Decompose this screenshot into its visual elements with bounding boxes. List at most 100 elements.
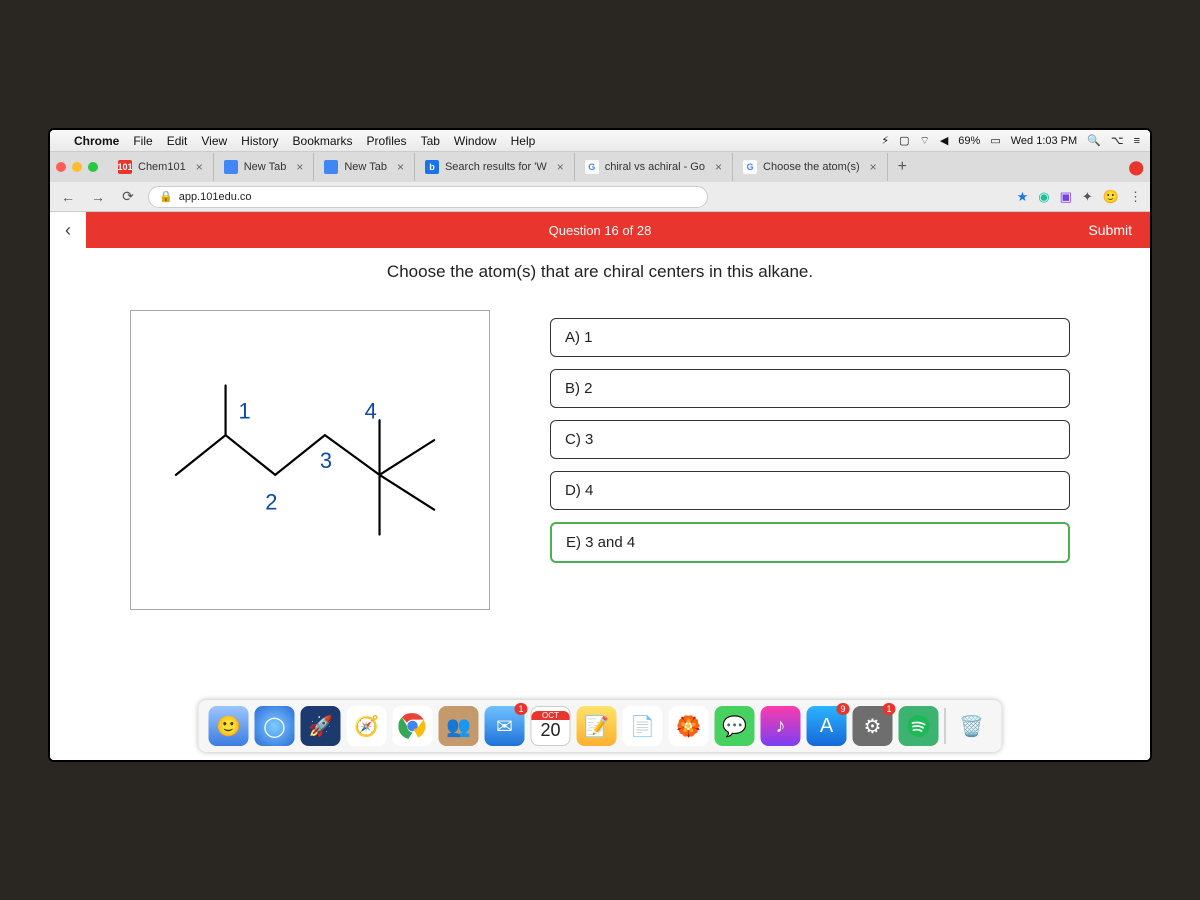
browser-tab[interactable]: New Tab ×: [214, 153, 315, 181]
answer-choice[interactable]: D) 4: [550, 471, 1070, 510]
reload-button[interactable]: ⟳: [118, 188, 138, 205]
tab-favicon: [224, 160, 238, 174]
dock-mail-icon[interactable]: ✉︎ 1: [485, 706, 525, 746]
dock-trash-icon[interactable]: 🗑️: [952, 706, 992, 746]
menu-file[interactable]: File: [133, 134, 152, 148]
appstore-badge: 9: [836, 703, 849, 715]
wifi-signal-icon[interactable]: ⌔: [919, 134, 929, 148]
calendar-month: OCT: [532, 711, 570, 720]
battery-icon: ▭: [990, 134, 1000, 147]
question-prompt: Choose the atom(s) that are chiral cente…: [130, 262, 1070, 282]
page-content: ‹ Question 16 of 28 Submit Choose the at…: [50, 212, 1150, 760]
answer-choice[interactable]: C) 3: [550, 420, 1070, 459]
atom-label-4: 4: [365, 398, 377, 423]
chrome-menu-icon[interactable]: ⋮: [1129, 189, 1142, 205]
answer-choice[interactable]: A) 1: [550, 318, 1070, 357]
dock-reminders-icon[interactable]: 📝: [577, 706, 617, 746]
dock-photos-icon[interactable]: 🏵️: [669, 706, 709, 746]
menu-profiles[interactable]: Profiles: [367, 134, 407, 148]
omnibox[interactable]: 🔒 app.101edu.co: [148, 186, 708, 208]
window-controls: [56, 162, 98, 172]
back-button[interactable]: ←: [58, 189, 78, 205]
tab-favicon: 101: [118, 160, 132, 174]
dock-appstore-icon[interactable]: A 9: [807, 706, 847, 746]
menu-bookmarks[interactable]: Bookmarks: [293, 134, 353, 148]
chrome-window: 101Chem101×New Tab×New Tab×bSearch resul…: [50, 152, 1150, 760]
tab-close-icon[interactable]: ×: [557, 160, 564, 174]
mail-badge: 1: [514, 703, 527, 715]
dock-notes-icon[interactable]: 📄: [623, 706, 663, 746]
answer-choice[interactable]: B) 2: [550, 369, 1070, 408]
dock-messages-icon[interactable]: 💬: [715, 706, 755, 746]
browser-tab[interactable]: G Choose the atom(s) ×: [733, 153, 888, 181]
forward-button[interactable]: →: [88, 189, 108, 205]
dock-chrome-icon[interactable]: [393, 706, 433, 746]
atom-label-3: 3: [320, 448, 332, 473]
browser-tab[interactable]: New Tab ×: [314, 153, 415, 181]
close-window-button[interactable]: [56, 162, 66, 172]
atom-label-2: 2: [265, 490, 277, 515]
dock-launchpad-icon[interactable]: 🚀: [301, 706, 341, 746]
tab-close-icon[interactable]: ×: [296, 160, 303, 174]
lock-icon: 🔒: [159, 190, 173, 203]
submit-button[interactable]: Submit: [1070, 222, 1150, 238]
extension-icon[interactable]: ▣: [1060, 189, 1072, 205]
menu-help[interactable]: Help: [511, 134, 536, 148]
dock-systemprefs-icon[interactable]: ⚙︎ 1: [853, 706, 893, 746]
menu-history[interactable]: History: [241, 134, 278, 148]
dock-safari-icon[interactable]: 🧭: [347, 706, 387, 746]
bookmark-star-icon[interactable]: ★: [1017, 189, 1029, 205]
volume-icon[interactable]: ◀︎: [940, 134, 948, 147]
fullscreen-button[interactable]: [88, 162, 98, 172]
menubar-clock[interactable]: Wed 1:03 PM: [1011, 135, 1077, 147]
answer-choice[interactable]: E) 3 and 4: [550, 522, 1070, 563]
control-center-icon[interactable]: ⌥: [1111, 134, 1124, 147]
spotlight-icon[interactable]: 🔍: [1087, 134, 1101, 147]
calendar-day: 20: [540, 720, 560, 741]
tab-label: Search results for 'W: [445, 161, 547, 173]
minimize-window-button[interactable]: [72, 162, 82, 172]
dock-music-icon[interactable]: ♪: [761, 706, 801, 746]
tab-label: New Tab: [244, 161, 287, 173]
wifi-icon[interactable]: ⚡︎: [881, 134, 889, 147]
tab-label: Choose the atom(s): [763, 161, 860, 173]
extensions-puzzle-icon[interactable]: ✦: [1082, 189, 1093, 205]
menu-window[interactable]: Window: [454, 134, 497, 148]
menu-edit[interactable]: Edit: [167, 134, 188, 148]
screen-mirror-icon[interactable]: ▢: [899, 134, 909, 147]
menu-view[interactable]: View: [201, 134, 227, 148]
tab-close-icon[interactable]: ×: [870, 160, 877, 174]
browser-tab[interactable]: Gchiral vs achiral - Go×: [575, 153, 733, 181]
tab-close-icon[interactable]: ×: [397, 160, 404, 174]
dock-spotify-icon[interactable]: [899, 706, 939, 746]
browser-tab[interactable]: bSearch results for 'W×: [415, 153, 575, 181]
tab-label: Chem101: [138, 161, 186, 173]
tab-close-icon[interactable]: ×: [196, 160, 203, 174]
browser-tab[interactable]: 101 Chem101 ×: [108, 153, 214, 181]
prefs-badge: 1: [882, 703, 895, 715]
question-body: Choose the atom(s) that are chiral cente…: [50, 248, 1150, 760]
answer-choices: A) 1 B) 2 C) 3 D) 4 E) 3 and 4: [550, 310, 1070, 563]
tab-close-icon[interactable]: ×: [715, 160, 722, 174]
laptop-screen: Chrome File Edit View History Bookmarks …: [50, 130, 1150, 760]
app-name[interactable]: Chrome: [74, 134, 119, 148]
extension-grammarly-icon[interactable]: ◉: [1038, 189, 1049, 205]
dock-siri-icon[interactable]: ◯: [255, 706, 295, 746]
tab-favicon: G: [743, 160, 757, 174]
molecule-diagram[interactable]: 1 2 3 4: [130, 310, 490, 610]
profile-avatar-icon[interactable]: 🙂: [1103, 189, 1119, 205]
notification-center-icon[interactable]: ≡: [1134, 135, 1140, 147]
dock-finder-icon[interactable]: 🙂: [209, 706, 249, 746]
macos-menubar: Chrome File Edit View History Bookmarks …: [50, 130, 1150, 152]
chrome-alert-icon[interactable]: ⬤: [1128, 159, 1144, 176]
question-back-button[interactable]: ‹: [50, 212, 86, 248]
macos-dock: 🙂 ◯ 🚀 🧭 👥 ✉︎ 1 OCT 20 📝 📄 🏵️ 💬 ♪ A 9: [199, 700, 1002, 752]
menu-tab[interactable]: Tab: [421, 134, 440, 148]
question-header: ‹ Question 16 of 28 Submit: [50, 212, 1150, 248]
dock-contacts-icon[interactable]: 👥: [439, 706, 479, 746]
dock-calendar-icon[interactable]: OCT 20: [531, 706, 571, 746]
new-tab-button[interactable]: +: [888, 158, 917, 176]
battery-percent[interactable]: 69%: [958, 135, 980, 147]
tab-strip: 101Chem101×New Tab×New Tab×bSearch resul…: [50, 152, 1150, 182]
tab-label: New Tab: [344, 161, 387, 173]
